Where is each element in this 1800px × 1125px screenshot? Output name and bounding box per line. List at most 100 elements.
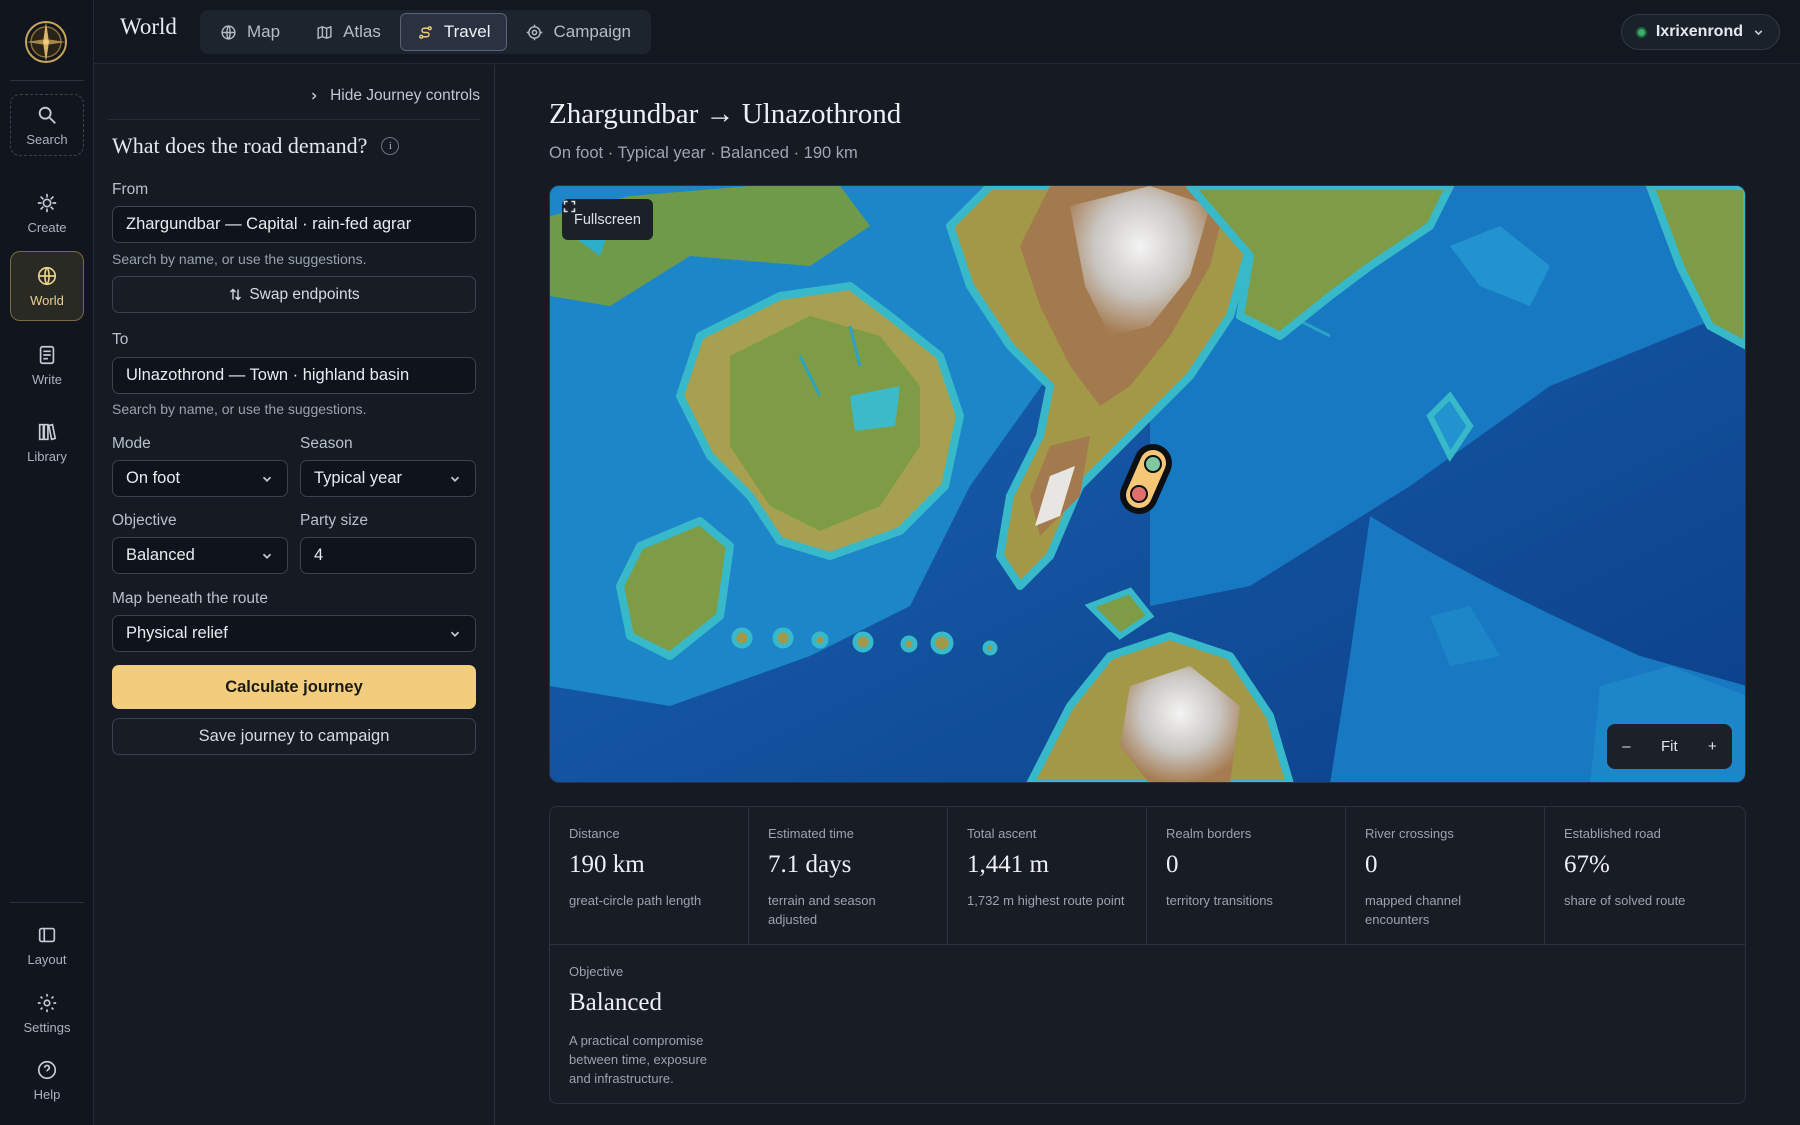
target-icon: [527, 24, 543, 40]
user-menu[interactable]: Ixrixenrond: [1620, 14, 1780, 50]
basemap-label: Map beneath the route: [112, 590, 268, 607]
tab-travel-label: Travel: [443, 22, 491, 41]
rail-help[interactable]: Help: [10, 1045, 84, 1115]
left-rail: Search Create World Write Library Layout…: [0, 0, 94, 1125]
tab-atlas-label: Atlas: [343, 22, 381, 41]
stat-established-road: Established road 67% share of solved rou…: [1545, 807, 1745, 945]
stat-label: River crossings: [1365, 826, 1454, 841]
save-journey-button[interactable]: Save journey to campaign: [112, 718, 476, 755]
user-name: Ixrixenrond: [1655, 23, 1743, 40]
rail-library[interactable]: Library: [10, 407, 84, 477]
stat-value: 190 km: [569, 851, 645, 878]
hide-controls-label: Hide Journey controls: [330, 87, 480, 104]
swap-endpoints-label: Swap endpoints: [249, 285, 360, 303]
expand-icon: [563, 200, 576, 213]
rail-create-label: Create: [27, 219, 67, 235]
tab-map-label: Map: [247, 22, 281, 41]
map-icon: [317, 25, 332, 39]
tab-campaign-label: Campaign: [553, 22, 631, 41]
stat-value: 7.1 days: [768, 851, 852, 878]
stat-realm-borders: Realm borders 0 territory transitions: [1147, 807, 1346, 945]
stat-estimated-time: Estimated time 7.1 days terrain and seas…: [749, 807, 948, 945]
stat-river-crossings: River crossings 0 mapped channel encount…: [1346, 807, 1545, 945]
journey-subtitle: On foot · Typical year · Balanced · 190 …: [549, 144, 858, 162]
chevron-down-icon: [262, 476, 272, 482]
calculate-journey-button[interactable]: Calculate journey: [112, 665, 476, 709]
objective-card-desc: A practical compromise between time, exp…: [569, 1033, 708, 1086]
from-input[interactable]: [112, 206, 476, 243]
from-hint: Search by name, or use the suggestions.: [112, 251, 367, 267]
route-icon: [419, 25, 432, 39]
chevron-down-icon: [450, 476, 460, 482]
rail-write[interactable]: Write: [10, 330, 84, 400]
chevron-down-icon: [450, 631, 460, 637]
relief-map-canvas[interactable]: [550, 186, 1746, 783]
mode-select[interactable]: On foot: [112, 460, 288, 497]
stat-value: 67%: [1564, 851, 1610, 878]
rail-write-label: Write: [31, 371, 63, 387]
panel-heading: What does the road demand? i: [112, 133, 400, 159]
rail-library-label: Library: [27, 448, 67, 464]
stat-label: Established road: [1564, 826, 1661, 841]
rail-settings[interactable]: Settings: [10, 978, 84, 1048]
panel-question: What does the road demand?: [112, 133, 368, 158]
journey-stats: Distance 190 km great-circle path length…: [549, 806, 1746, 1104]
top-bar: World Map Atlas Travel Campaign Ixrixenr…: [94, 0, 1800, 64]
fullscreen-button[interactable]: Fullscreen: [562, 199, 653, 240]
rail-layout[interactable]: Layout: [10, 910, 84, 980]
layout-icon: [38, 927, 56, 942]
objective-select[interactable]: Balanced: [112, 537, 288, 574]
hide-controls-button[interactable]: Hide Journey controls: [308, 87, 480, 105]
app-title: World: [120, 14, 177, 39]
stat-label: Distance: [569, 826, 620, 841]
rail-search[interactable]: Search: [10, 94, 84, 156]
tab-map[interactable]: Map: [203, 13, 297, 51]
stat-value: 0: [1166, 851, 1179, 878]
season-label: Season: [300, 435, 353, 452]
compass-logo-icon[interactable]: [22, 18, 70, 66]
chevron-right-icon: [312, 92, 317, 100]
rail-create[interactable]: Create: [10, 178, 84, 248]
help-icon: [37, 1060, 57, 1079]
zoom-out-button[interactable]: –: [1616, 734, 1636, 759]
zoom-controls: – Fit +: [1607, 724, 1732, 769]
basemap-select[interactable]: Physical relief: [112, 615, 476, 652]
info-icon[interactable]: i: [381, 137, 400, 155]
document-icon: [39, 345, 55, 364]
stat-label: Total ascent: [967, 826, 1037, 841]
rail-settings-label: Settings: [23, 1019, 71, 1035]
to-hint: Search by name, or use the suggestions.: [112, 401, 367, 417]
stat-value: 0: [1365, 851, 1378, 878]
chevron-down-icon: [1754, 29, 1763, 35]
stat-distance: Distance 190 km great-circle path length: [550, 807, 749, 945]
stat-total-ascent: Total ascent 1,441 m 1,732 m highest rou…: [948, 807, 1147, 945]
stat-desc: share of solved route: [1564, 893, 1686, 908]
journey-controls-panel: Hide Journey controls What does the road…: [94, 65, 495, 1125]
tab-travel[interactable]: Travel: [399, 13, 508, 51]
rail-world-label: World: [30, 292, 64, 308]
stat-label: Realm borders: [1166, 826, 1252, 841]
gear-icon: [37, 993, 57, 1012]
stat-desc: great-circle path length: [569, 893, 702, 908]
season-select[interactable]: Typical year: [300, 460, 476, 497]
to-input[interactable]: [112, 357, 476, 394]
stat-desc: terrain and season adjusted: [768, 893, 876, 927]
basemap-value: Physical relief: [126, 624, 228, 642]
globe-icon: [37, 266, 57, 285]
party-size-input[interactable]: [300, 537, 476, 574]
tab-atlas[interactable]: Atlas: [299, 13, 398, 51]
rail-layout-label: Layout: [27, 951, 67, 967]
to-label: To: [112, 331, 129, 348]
sparkle-icon: [37, 193, 57, 212]
stat-desc: 1,732 m highest route point: [967, 893, 1125, 908]
route-map[interactable]: Fullscreen – Fit +: [549, 185, 1746, 783]
objective-value: Balanced: [126, 546, 195, 564]
rail-search-label: Search: [26, 131, 68, 147]
journey-title: Zhargundbar → Ulnazothrond: [549, 98, 902, 130]
swap-endpoints-button[interactable]: Swap endpoints: [112, 276, 476, 313]
tab-campaign[interactable]: Campaign: [509, 13, 648, 51]
party-size-label: Party size: [300, 512, 369, 529]
zoom-fit-button[interactable]: Fit: [1655, 734, 1684, 759]
rail-world[interactable]: World: [10, 251, 84, 321]
zoom-in-button[interactable]: +: [1702, 734, 1723, 759]
